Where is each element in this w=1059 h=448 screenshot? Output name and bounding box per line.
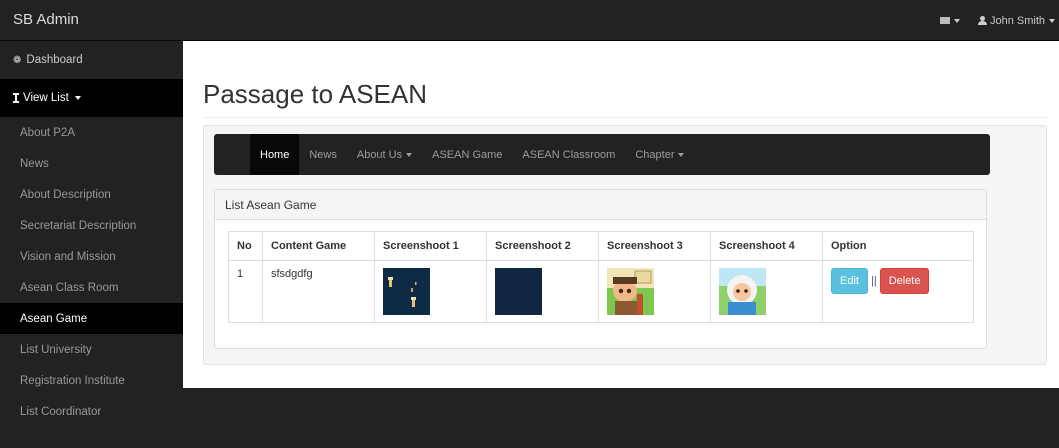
sidebar-item-asean-class-room[interactable]: Asean Class Room — [0, 272, 183, 303]
user-name: John Smith — [989, 14, 1045, 27]
sidebar-item-registration-institute[interactable]: Registration Institute — [0, 365, 183, 396]
sidebar-item-label: View List — [23, 92, 69, 104]
user-dropdown[interactable]: John Smith — [972, 15, 1059, 27]
edit-button[interactable]: Edit — [831, 268, 868, 294]
screenshot-3-image — [607, 268, 654, 315]
chevron-down-icon — [953, 18, 960, 23]
sidebar-item-label: Dashboard — [26, 54, 83, 66]
content-well: Home News About Us ASEAN Game ASEAN Clas… — [203, 125, 1047, 365]
top-navbar: SB Admin John Smith — [0, 0, 1059, 41]
sidebar-item-dashboard[interactable]: ❁ Dashboard — [0, 41, 183, 79]
brand-title[interactable]: SB Admin — [13, 11, 79, 28]
top-right-menu: John Smith — [934, 0, 1059, 41]
sidebar-item-about-p2a[interactable]: About P2A — [0, 117, 183, 148]
col-screenshot-1: Screenshoot 1 — [374, 231, 487, 261]
cell-screenshot-3 — [598, 260, 711, 323]
option-separator: || — [870, 275, 877, 287]
sidebar-item-about-description[interactable]: About Description — [0, 179, 183, 210]
cell-screenshot-4 — [710, 260, 823, 323]
user-icon — [977, 16, 987, 25]
col-no: No — [228, 231, 263, 261]
cell-option: Edit || Delete — [822, 260, 974, 323]
game-table: No Content Game Screenshoot 1 Screenshoo… — [228, 231, 974, 323]
nav-asean-classroom[interactable]: ASEAN Classroom — [512, 134, 625, 175]
list-panel: List Asean Game No Content Game Screensh… — [214, 189, 987, 349]
nav-about-us-label: About Us — [356, 148, 403, 161]
sidebar-item-secretariat-description[interactable]: Secretariat Description — [0, 210, 183, 241]
col-screenshot-3: Screenshoot 3 — [598, 231, 711, 261]
title-divider — [203, 117, 1048, 118]
chevron-down-icon — [678, 152, 685, 157]
sidebar-item-vision-and-mission[interactable]: Vision and Mission — [0, 241, 183, 272]
sidebar-item-news[interactable]: News — [0, 148, 183, 179]
site-navbar: Home News About Us ASEAN Game ASEAN Clas… — [214, 134, 990, 175]
col-screenshot-4: Screenshoot 4 — [710, 231, 823, 261]
sidebar: ❁ Dashboard View List About P2A News Abo… — [0, 41, 183, 448]
envelope-icon — [939, 17, 950, 24]
nav-news[interactable]: News — [299, 134, 347, 175]
screenshot-1-image — [383, 268, 430, 315]
table-header-row: No Content Game Screenshoot 1 Screenshoo… — [228, 231, 974, 261]
delete-button[interactable]: Delete — [879, 268, 930, 294]
chevron-down-icon — [74, 96, 81, 100]
nav-about-us[interactable]: About Us — [347, 134, 422, 175]
col-content-game: Content Game — [262, 231, 375, 261]
cell-no: 1 — [228, 260, 263, 323]
sidebar-item-asean-game[interactable]: Asean Game — [0, 303, 183, 334]
col-screenshot-2: Screenshoot 2 — [486, 231, 599, 261]
main-content: Passage to ASEAN Home News About Us ASEA… — [183, 41, 1059, 388]
nav-home[interactable]: Home — [250, 134, 300, 175]
sidebar-item-view-list[interactable]: View List — [0, 79, 183, 117]
nav-asean-game[interactable]: ASEAN Game — [422, 134, 512, 175]
screenshot-4-image — [719, 268, 766, 315]
col-option: Option — [822, 231, 974, 261]
cell-screenshot-1 — [374, 260, 487, 323]
cell-screenshot-2 — [486, 260, 599, 323]
screenshot-2-image — [495, 268, 542, 315]
page-title: Passage to ASEAN — [203, 79, 428, 109]
nav-chapter-label: Chapter — [635, 148, 675, 161]
sidebar-item-list-coordinator[interactable]: List Coordinator — [0, 396, 183, 427]
table-row: 1 sfsdgdfg Edit || Delete — [228, 260, 974, 323]
panel-heading: List Asean Game — [215, 190, 986, 220]
chevron-down-icon — [1049, 18, 1055, 23]
nav-chapter[interactable]: Chapter — [625, 134, 694, 175]
chevron-down-icon — [406, 152, 413, 157]
cell-content-game: sfsdgdfg — [262, 260, 375, 323]
dashboard-icon: ❁ — [13, 54, 22, 66]
messages-dropdown[interactable] — [934, 17, 966, 24]
sidebar-item-list-university[interactable]: List University — [0, 334, 183, 365]
text-cursor-icon — [13, 93, 19, 103]
